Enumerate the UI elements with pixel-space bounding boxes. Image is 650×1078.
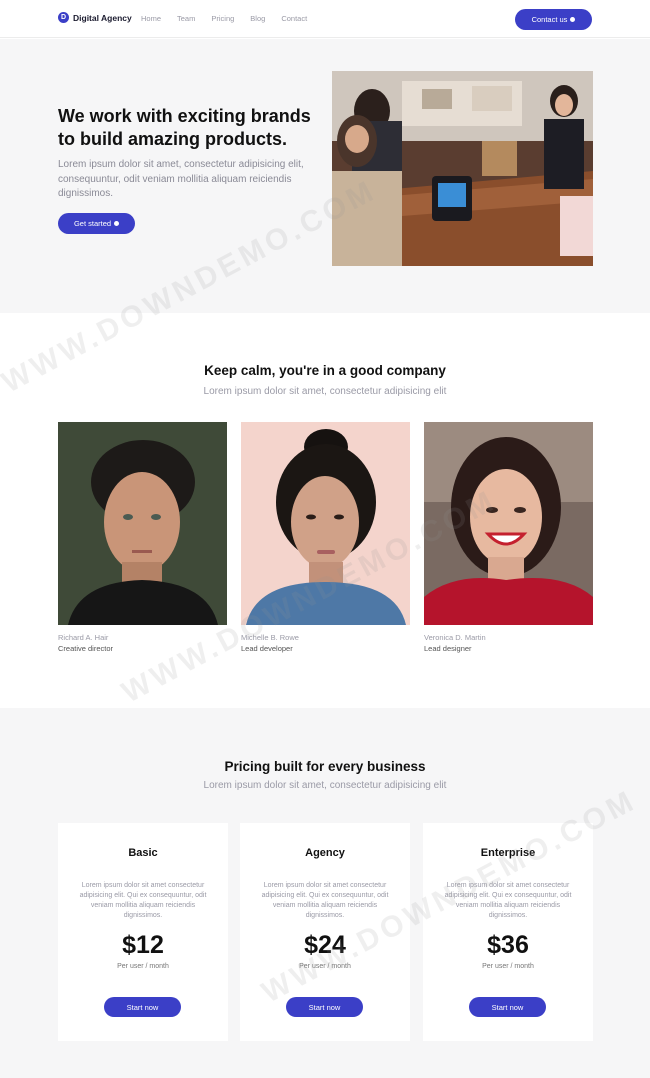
- member-role: Creative director: [58, 644, 114, 653]
- dot-icon: [114, 221, 120, 226]
- team-title: Keep calm, you're in a good company: [204, 363, 446, 378]
- team-member-card: Veronica D. Martin Lead designer: [424, 422, 593, 653]
- member-photo: [241, 422, 410, 625]
- plan-period: Per user / month: [117, 963, 169, 970]
- member-role: Lead developer: [241, 644, 293, 653]
- pricing-subtitle: Lorem ipsum dolor sit amet, consectetur …: [203, 780, 447, 791]
- start-now-button[interactable]: Start now: [469, 997, 546, 1017]
- nav-link-team[interactable]: Team: [177, 14, 195, 23]
- hero-description: Lorem ipsum dolor sit amet, consectetur …: [58, 159, 304, 199]
- plan-description: Lorem ipsum dolor sit amet consectetur a…: [261, 882, 389, 919]
- plan-period: Per user / month: [299, 963, 351, 970]
- hero-image: [332, 71, 593, 266]
- member-name: Richard A. Hair: [58, 633, 109, 642]
- nav-links: Home Team Pricing Blog Contact: [141, 14, 323, 23]
- pricing-card-basic: Basic Lorem ipsum dolor sit amet consect…: [58, 823, 228, 1041]
- portrait-illustration: [58, 422, 227, 625]
- plan-price: $36: [487, 931, 529, 959]
- member-photo: [58, 422, 227, 625]
- nav-link-blog[interactable]: Blog: [250, 14, 265, 23]
- member-name: Michelle B. Rowe: [241, 633, 299, 642]
- get-started-label: Get started: [73, 219, 112, 228]
- team-member-card: Michelle B. Rowe Lead developer: [241, 422, 410, 653]
- member-photo: [424, 422, 593, 625]
- brand-logo-icon: D: [58, 12, 69, 23]
- hero-photo-illustration: [332, 71, 593, 266]
- pricing-section: Pricing built for every business Lorem i…: [0, 708, 650, 1078]
- hero-section: We work with exciting brands to build am…: [0, 39, 650, 313]
- plan-name: Basic: [128, 847, 158, 859]
- pricing-card-enterprise: Enterprise Lorem ipsum dolor sit amet co…: [423, 823, 593, 1041]
- pricing-title: Pricing built for every business: [224, 759, 426, 774]
- nav-link-pricing[interactable]: Pricing: [211, 14, 234, 23]
- plan-name: Agency: [305, 847, 345, 859]
- top-navbar: D Digital Agency Home Team Pricing Blog …: [0, 0, 650, 38]
- plan-description: Lorem ipsum dolor sit amet consectetur a…: [444, 882, 572, 919]
- contact-us-label: Contact us: [531, 15, 568, 24]
- portrait-illustration: [241, 422, 410, 625]
- team-member-card: Richard A. Hair Creative director: [58, 422, 227, 653]
- get-started-button[interactable]: Get started: [58, 213, 135, 234]
- member-name: Veronica D. Martin: [424, 633, 486, 642]
- portrait-illustration: [424, 422, 593, 625]
- contact-us-button[interactable]: Contact us: [515, 9, 592, 30]
- brand[interactable]: D Digital Agency: [58, 12, 132, 23]
- dot-icon: [570, 17, 576, 22]
- hero-title: We work with exciting brands to build am…: [58, 106, 311, 149]
- team-section: Keep calm, you're in a good company Lore…: [0, 313, 650, 708]
- start-now-button[interactable]: Start now: [286, 997, 363, 1017]
- start-now-button[interactable]: Start now: [104, 997, 181, 1017]
- plan-name: Enterprise: [480, 847, 536, 859]
- pricing-card-agency: Agency Lorem ipsum dolor sit amet consec…: [240, 823, 410, 1041]
- nav-link-home[interactable]: Home: [141, 14, 161, 23]
- plan-description: Lorem ipsum dolor sit amet consectetur a…: [79, 882, 207, 919]
- plan-price: $12: [122, 931, 164, 959]
- team-subtitle: Lorem ipsum dolor sit amet, consectetur …: [203, 386, 447, 397]
- nav-link-contact[interactable]: Contact: [281, 14, 307, 23]
- member-role: Lead designer: [424, 644, 472, 653]
- brand-name: Digital Agency: [73, 12, 132, 23]
- plan-price: $24: [304, 931, 346, 959]
- plan-period: Per user / month: [482, 963, 534, 970]
